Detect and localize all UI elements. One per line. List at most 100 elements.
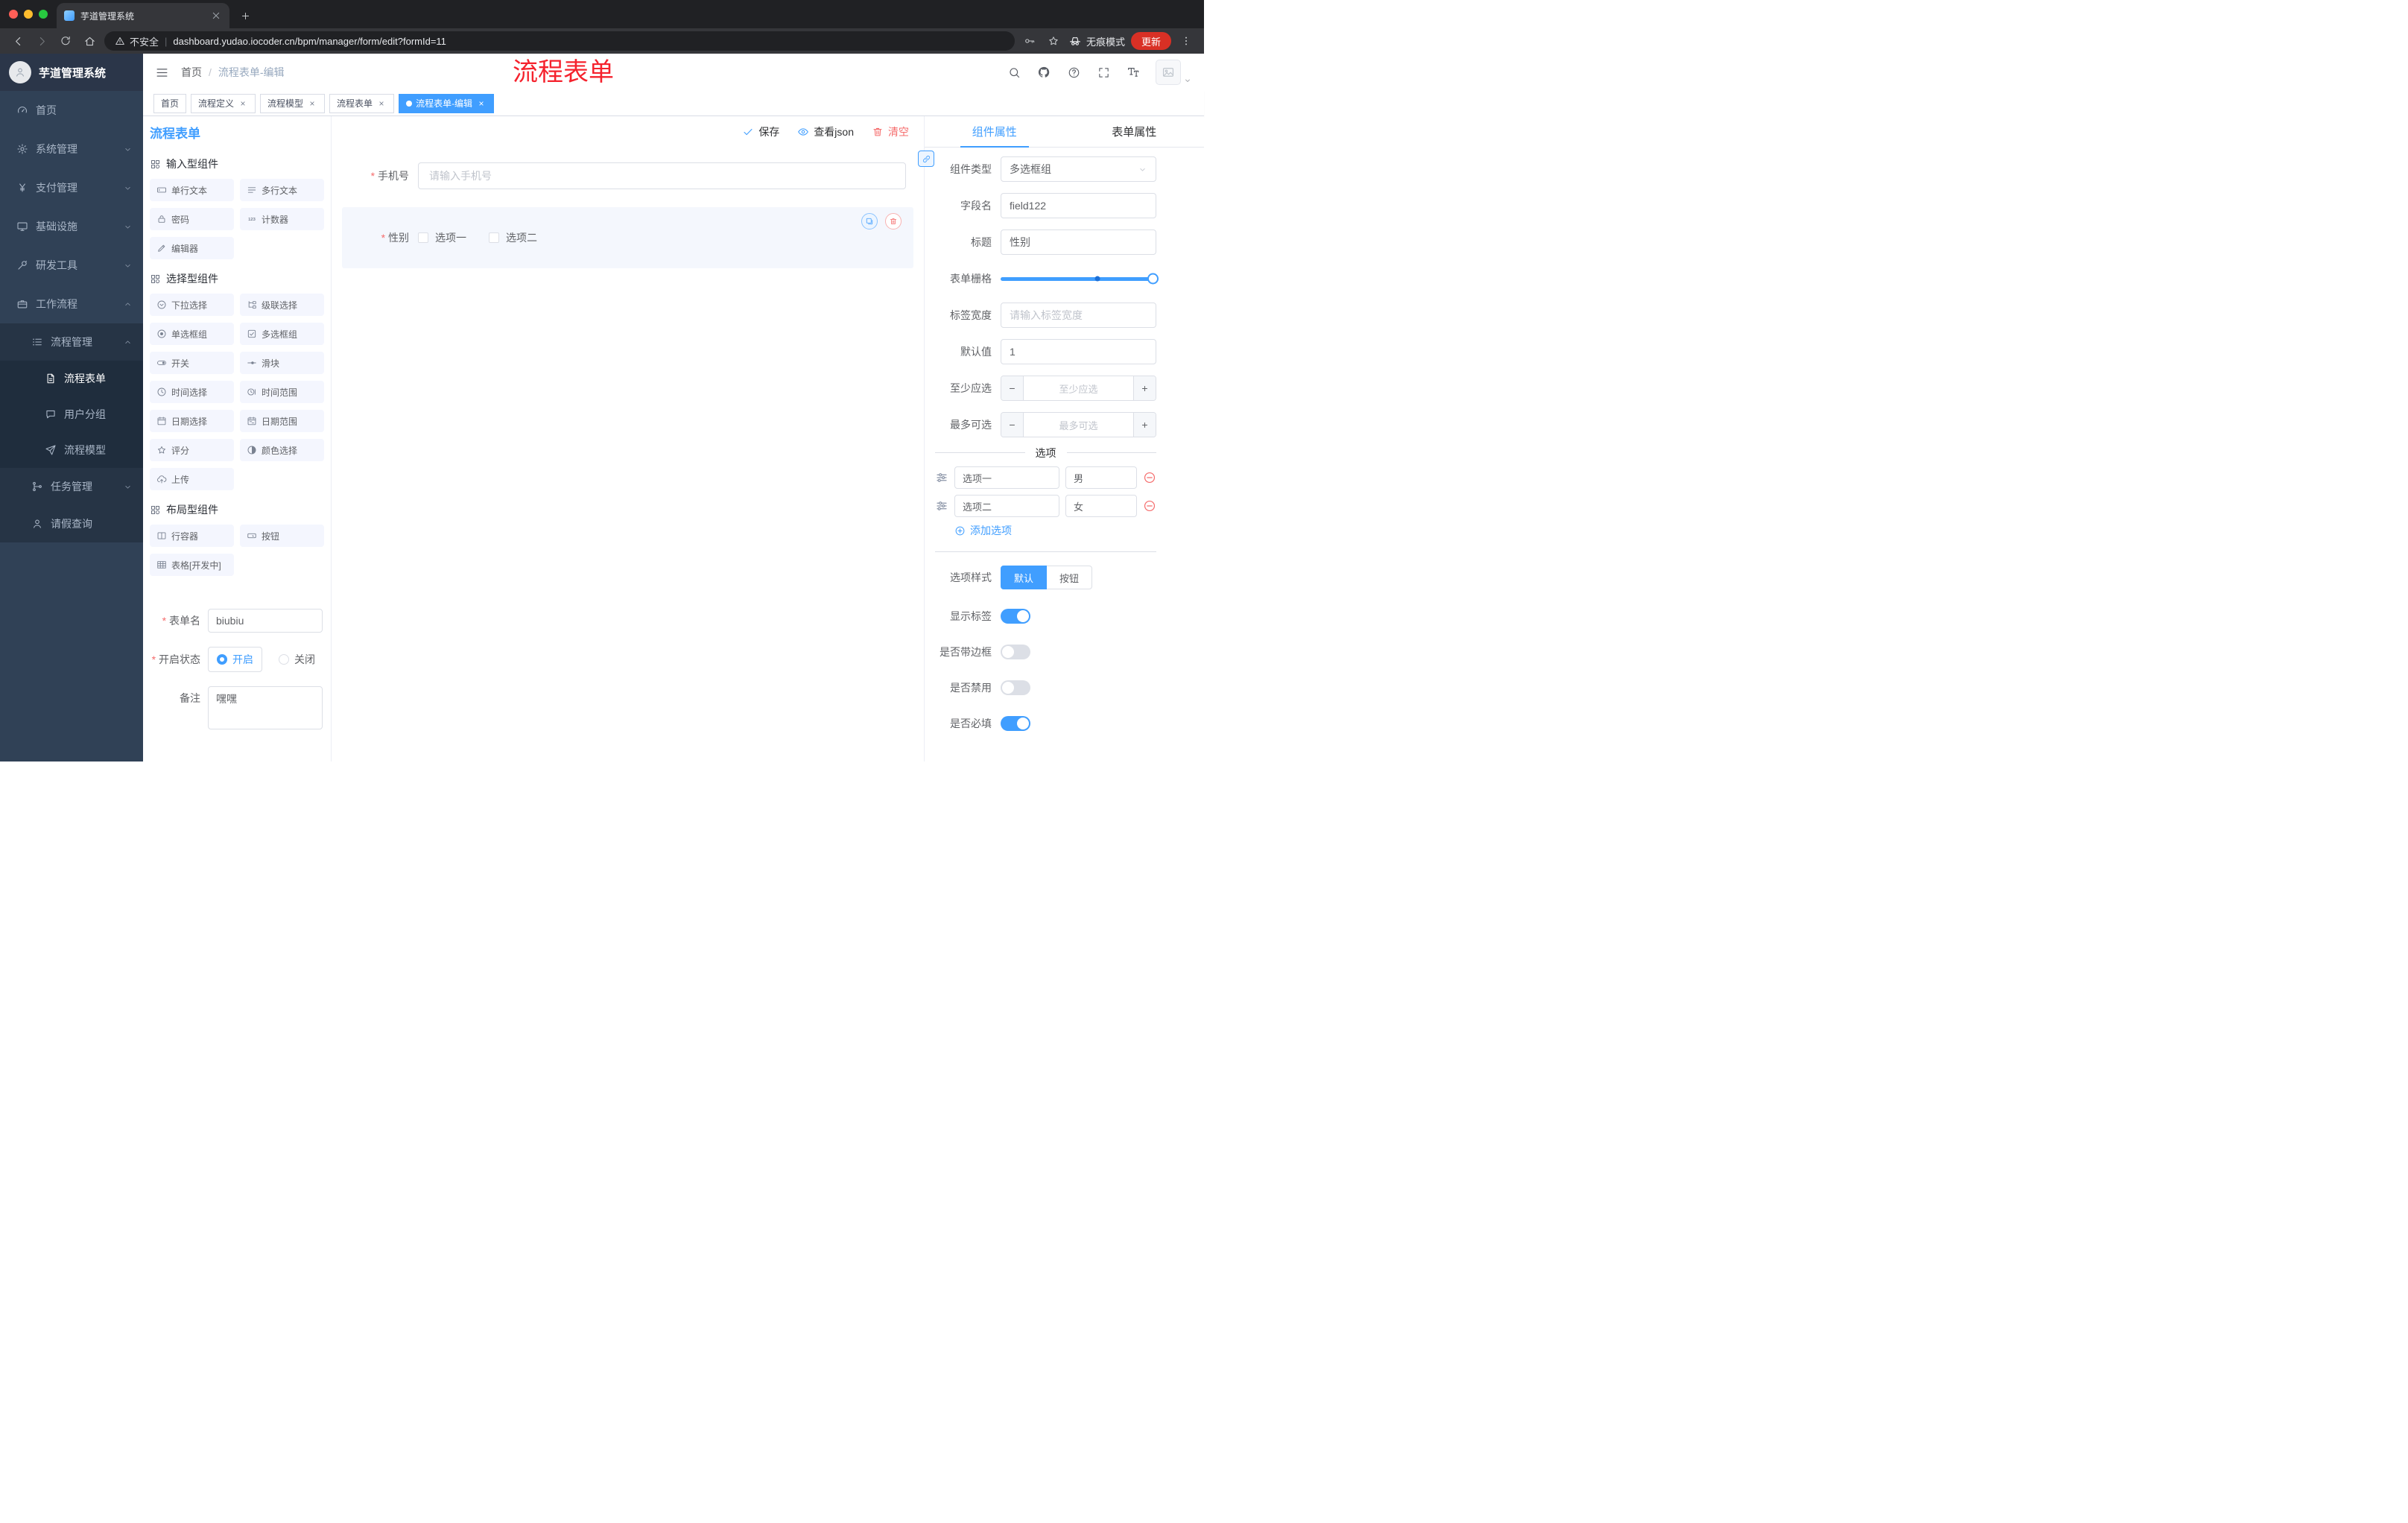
tag-process-model[interactable]: 流程模型 × xyxy=(260,93,326,113)
palette-item-switch[interactable]: 开关 xyxy=(150,352,234,374)
forward-button[interactable] xyxy=(33,32,51,50)
drag-handle-icon[interactable] xyxy=(935,499,948,513)
tag-process-form-edit[interactable]: 流程表单-编辑 × xyxy=(399,93,495,113)
style-button-button[interactable]: 按钮 xyxy=(1047,566,1093,589)
close-window-button[interactable] xyxy=(9,10,18,19)
tag-close-icon[interactable]: × xyxy=(376,98,387,109)
tab-component-props[interactable]: 组件属性 xyxy=(925,116,1065,147)
tab-close-icon[interactable] xyxy=(210,10,222,22)
palette-item-cascader[interactable]: 级联选择 xyxy=(240,294,324,316)
new-tab-button[interactable] xyxy=(235,6,255,25)
palette-item-select[interactable]: 下拉选择 xyxy=(150,294,234,316)
font-size-icon[interactable] xyxy=(1126,65,1141,80)
option-1-value-input[interactable]: 男 xyxy=(1065,466,1137,489)
back-button[interactable] xyxy=(9,32,27,50)
home-button[interactable] xyxy=(80,32,98,50)
palette-item-date-range[interactable]: 日期范围 xyxy=(240,410,324,432)
palette-item-multi-line-text[interactable]: 多行文本 xyxy=(240,179,324,201)
palette-item-button[interactable]: 按钮 xyxy=(240,525,324,547)
browser-menu-button[interactable] xyxy=(1177,32,1195,50)
palette-item-time-picker[interactable]: 时间选择 xyxy=(150,381,234,403)
save-button[interactable]: 保存 xyxy=(742,124,779,139)
palette-item-counter[interactable]: 计数器 xyxy=(240,208,324,230)
component-type-select[interactable]: 多选框组 xyxy=(1001,156,1156,182)
min-select-value[interactable]: 至少应选 xyxy=(1024,376,1133,400)
required-switch[interactable] xyxy=(1001,716,1030,731)
search-icon[interactable] xyxy=(1007,65,1021,80)
sidebar-item-payment-management[interactable]: 支付管理 xyxy=(0,168,143,207)
fold-sidebar-icon[interactable] xyxy=(155,66,169,80)
label-width-input[interactable]: 请输入标签宽度 xyxy=(1001,303,1156,328)
sidebar-item-infrastructure[interactable]: 基础设施 xyxy=(0,207,143,246)
palette-item-time-range[interactable]: 时间范围 xyxy=(240,381,324,403)
canvas-field-gender-selected[interactable]: 性别 选项一 选项二 xyxy=(342,207,913,268)
field-name-input[interactable]: field122 xyxy=(1001,193,1156,218)
zoom-window-button[interactable] xyxy=(39,10,48,19)
tag-close-icon[interactable]: × xyxy=(476,98,487,109)
view-json-button[interactable]: 查看json xyxy=(797,124,854,139)
tag-close-icon[interactable]: × xyxy=(238,98,248,109)
tag-process-form[interactable]: 流程表单 × xyxy=(329,93,395,113)
canvas-field-phone[interactable]: 手机号 请输入手机号 xyxy=(342,155,913,197)
palette-item-rate[interactable]: 评分 xyxy=(150,439,234,461)
password-key-icon[interactable] xyxy=(1021,32,1039,50)
increase-button[interactable]: + xyxy=(1133,376,1156,400)
disabled-switch[interactable] xyxy=(1001,680,1030,695)
border-switch[interactable] xyxy=(1001,645,1030,659)
grid-slider[interactable] xyxy=(1001,266,1159,291)
help-icon[interactable] xyxy=(1066,65,1081,80)
sidebar-item-process-management[interactable]: 流程管理 xyxy=(0,323,143,361)
copy-widget-button[interactable] xyxy=(861,213,878,229)
option-2-value-input[interactable]: 女 xyxy=(1065,495,1137,517)
radio-on[interactable]: 开启 xyxy=(208,647,262,672)
security-status[interactable]: 不安全 xyxy=(115,34,159,48)
form-remark-textarea[interactable]: 嘿嘿 xyxy=(208,686,323,729)
show-label-switch[interactable] xyxy=(1001,609,1030,624)
palette-item-single-line-text[interactable]: 单行文本 xyxy=(150,179,234,201)
sidebar-item-leave-query[interactable]: 请假查询 xyxy=(0,505,143,542)
style-default-button[interactable]: 默认 xyxy=(1001,566,1048,589)
reload-button[interactable] xyxy=(57,32,75,50)
tag-home[interactable]: 首页 xyxy=(153,93,187,113)
tag-close-icon[interactable]: × xyxy=(307,98,317,109)
default-value-input[interactable]: 1 xyxy=(1001,339,1156,364)
minimize-window-button[interactable] xyxy=(24,10,33,19)
clear-button[interactable]: 清空 xyxy=(872,124,909,139)
remove-option-icon[interactable] xyxy=(1143,499,1156,513)
checkbox-option-2[interactable]: 选项二 xyxy=(489,230,537,245)
palette-item-slider[interactable]: 滑块 xyxy=(240,352,324,374)
sidebar-item-user-group[interactable]: 用户分组 xyxy=(0,396,143,432)
fullscreen-icon[interactable] xyxy=(1096,65,1111,80)
drag-handle-icon[interactable] xyxy=(935,471,948,484)
sidebar-item-home[interactable]: 首页 xyxy=(0,91,143,130)
browser-tab[interactable]: 芋道管理系统 xyxy=(57,3,229,28)
bookmark-star-icon[interactable] xyxy=(1045,32,1062,50)
decrease-button[interactable]: − xyxy=(1001,376,1024,400)
slider-handle[interactable] xyxy=(1147,273,1159,285)
palette-item-date-picker[interactable]: 日期选择 xyxy=(150,410,234,432)
sidebar-item-dev-tools[interactable]: 研发工具 xyxy=(0,246,143,285)
max-select-value[interactable]: 最多可选 xyxy=(1024,413,1133,437)
sidebar-item-workflow[interactable]: 工作流程 xyxy=(0,285,143,323)
sidebar-item-system-management[interactable]: 系统管理 xyxy=(0,130,143,168)
breadcrumb-home[interactable]: 首页 xyxy=(181,65,202,80)
radio-off[interactable]: 关闭 xyxy=(279,652,315,667)
sidebar-logo[interactable]: 芋道管理系统 xyxy=(0,54,143,91)
palette-item-table[interactable]: 表格[开发中] xyxy=(150,554,234,576)
option-1-name-input[interactable]: 选项一 xyxy=(954,466,1059,489)
url-bar[interactable]: 不安全 | dashboard.yudao.iocoder.cn/bpm/man… xyxy=(104,31,1015,51)
tab-form-props[interactable]: 表单属性 xyxy=(1065,116,1205,147)
palette-item-editor[interactable]: 编辑器 xyxy=(150,237,234,259)
phone-input[interactable]: 请输入手机号 xyxy=(418,162,906,189)
sidebar-item-process-model[interactable]: 流程模型 xyxy=(0,432,143,468)
palette-item-upload[interactable]: 上传 xyxy=(150,468,234,490)
palette-item-row-container[interactable]: 行容器 xyxy=(150,525,234,547)
link-drawer-button[interactable] xyxy=(918,151,934,167)
decrease-button[interactable]: − xyxy=(1001,413,1024,437)
sidebar-item-process-form[interactable]: 流程表单 xyxy=(0,361,143,396)
user-avatar-menu[interactable] xyxy=(1156,60,1192,85)
palette-item-radio-group[interactable]: 单选框组 xyxy=(150,323,234,345)
add-option-button[interactable]: 添加选项 xyxy=(954,523,1156,538)
delete-widget-button[interactable] xyxy=(885,213,902,229)
title-input[interactable]: 性别 xyxy=(1001,229,1156,255)
